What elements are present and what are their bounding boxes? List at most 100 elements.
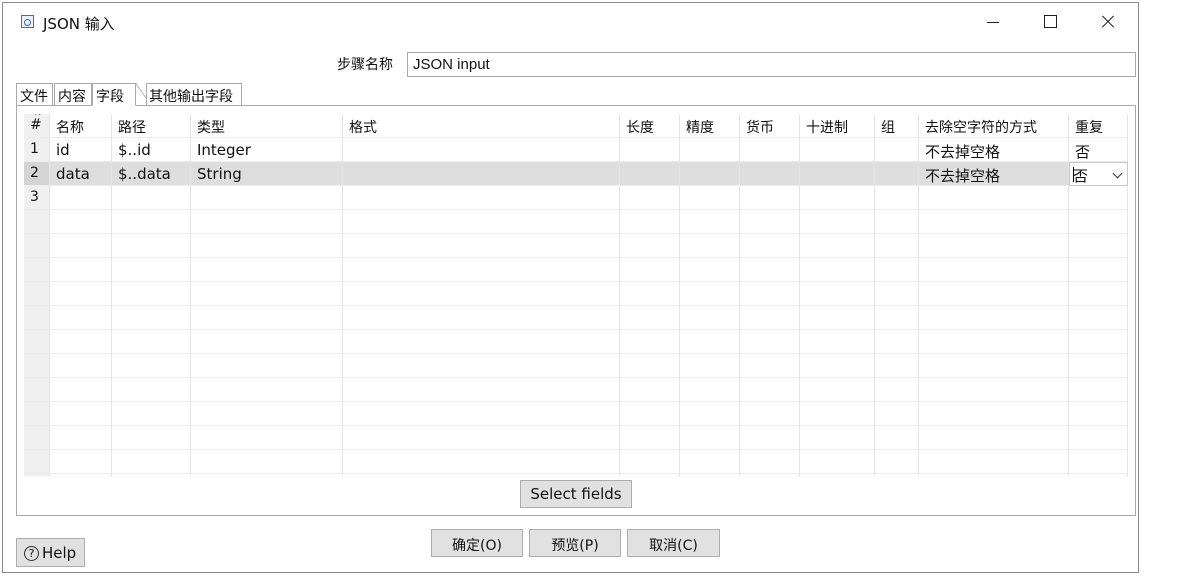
empty-cell[interactable]	[50, 258, 112, 282]
empty-cell[interactable]	[112, 354, 191, 378]
empty-cell[interactable]	[740, 474, 800, 476]
empty-cell[interactable]	[343, 258, 620, 282]
cell-type[interactable]	[191, 186, 343, 210]
empty-cell[interactable]	[919, 210, 1069, 234]
empty-cell[interactable]	[800, 282, 875, 306]
empty-cell[interactable]	[620, 426, 680, 450]
empty-cell[interactable]	[740, 330, 800, 354]
empty-table-row[interactable]	[24, 474, 1128, 476]
empty-cell[interactable]	[343, 474, 620, 476]
empty-cell[interactable]	[680, 282, 740, 306]
cancel-button[interactable]: 取消(C)	[627, 529, 720, 557]
empty-cell[interactable]	[740, 210, 800, 234]
empty-cell[interactable]	[1069, 282, 1128, 306]
empty-cell[interactable]	[112, 402, 191, 426]
empty-cell[interactable]	[680, 234, 740, 258]
empty-cell[interactable]	[50, 282, 112, 306]
empty-cell[interactable]	[24, 354, 50, 378]
empty-cell[interactable]	[919, 378, 1069, 402]
empty-cell[interactable]	[50, 210, 112, 234]
empty-cell[interactable]	[620, 474, 680, 476]
empty-cell[interactable]	[800, 330, 875, 354]
cell-repeat[interactable]	[1069, 186, 1128, 210]
empty-cell[interactable]	[620, 402, 680, 426]
cell-type[interactable]: Integer	[191, 138, 343, 162]
column-header-path[interactable]: 路径	[112, 114, 191, 138]
empty-cell[interactable]	[919, 402, 1069, 426]
column-header-decimal[interactable]: 十进制	[800, 114, 875, 138]
empty-cell[interactable]	[1069, 258, 1128, 282]
cell-precision[interactable]	[680, 138, 740, 162]
empty-table-row[interactable]	[24, 378, 1128, 402]
column-header-trim-type[interactable]: 去除空字符的方式	[919, 114, 1069, 138]
empty-cell[interactable]	[112, 234, 191, 258]
empty-cell[interactable]	[620, 306, 680, 330]
cell-trim-type[interactable]: 不去掉空格	[919, 138, 1069, 162]
empty-cell[interactable]	[800, 450, 875, 474]
empty-cell[interactable]	[875, 426, 919, 450]
empty-cell[interactable]	[24, 402, 50, 426]
cell-group[interactable]	[875, 162, 919, 186]
empty-cell[interactable]	[191, 474, 343, 476]
cell-precision[interactable]	[680, 162, 740, 186]
cell-repeat[interactable]: 否	[1069, 138, 1128, 162]
empty-cell[interactable]	[620, 234, 680, 258]
empty-cell[interactable]	[919, 450, 1069, 474]
empty-cell[interactable]	[620, 354, 680, 378]
empty-cell[interactable]	[800, 426, 875, 450]
empty-table-row[interactable]	[24, 306, 1128, 330]
empty-cell[interactable]	[343, 378, 620, 402]
tab-file[interactable]: 文件	[16, 83, 53, 106]
empty-cell[interactable]	[875, 450, 919, 474]
empty-cell[interactable]	[875, 378, 919, 402]
cell-format[interactable]	[343, 186, 620, 210]
empty-cell[interactable]	[800, 474, 875, 476]
tab-other-output-fields[interactable]: 其他输出字段	[146, 83, 242, 106]
cell-length[interactable]	[620, 162, 680, 186]
column-header-format[interactable]: 格式	[343, 114, 620, 138]
empty-cell[interactable]	[740, 402, 800, 426]
cell-currency[interactable]	[740, 162, 800, 186]
empty-cell[interactable]	[919, 354, 1069, 378]
select-fields-button[interactable]: Select fields	[520, 480, 632, 508]
cell-name[interactable]	[50, 186, 112, 210]
empty-cell[interactable]	[191, 282, 343, 306]
empty-cell[interactable]	[740, 282, 800, 306]
chevron-down-icon[interactable]	[1109, 164, 1125, 184]
maximize-icon[interactable]	[1021, 3, 1077, 41]
cell-length[interactable]	[620, 138, 680, 162]
empty-cell[interactable]	[24, 330, 50, 354]
empty-cell[interactable]	[800, 354, 875, 378]
cell-format[interactable]	[343, 162, 620, 186]
empty-cell[interactable]	[343, 426, 620, 450]
empty-cell[interactable]	[50, 330, 112, 354]
empty-cell[interactable]	[740, 378, 800, 402]
cell-path[interactable]: $..data	[112, 162, 191, 186]
empty-cell[interactable]	[112, 474, 191, 476]
empty-cell[interactable]	[24, 234, 50, 258]
empty-cell[interactable]	[1069, 306, 1128, 330]
empty-cell[interactable]	[680, 450, 740, 474]
empty-cell[interactable]	[24, 210, 50, 234]
empty-cell[interactable]	[875, 474, 919, 476]
tab-fields[interactable]: 字段	[92, 83, 136, 106]
empty-cell[interactable]	[875, 282, 919, 306]
table-row[interactable]: 3	[24, 186, 1128, 210]
empty-cell[interactable]	[24, 378, 50, 402]
empty-cell[interactable]	[800, 258, 875, 282]
empty-cell[interactable]	[620, 330, 680, 354]
empty-cell[interactable]	[800, 378, 875, 402]
close-icon[interactable]	[1079, 3, 1135, 41]
empty-cell[interactable]	[875, 330, 919, 354]
empty-cell[interactable]	[1069, 354, 1128, 378]
empty-cell[interactable]	[919, 258, 1069, 282]
cell-path[interactable]: $..id	[112, 138, 191, 162]
empty-cell[interactable]	[680, 426, 740, 450]
empty-cell[interactable]	[191, 402, 343, 426]
empty-table-row[interactable]	[24, 210, 1128, 234]
empty-cell[interactable]	[343, 210, 620, 234]
cell-group[interactable]	[875, 138, 919, 162]
empty-cell[interactable]	[112, 258, 191, 282]
empty-cell[interactable]	[112, 426, 191, 450]
column-header-group[interactable]: 组	[875, 114, 919, 138]
